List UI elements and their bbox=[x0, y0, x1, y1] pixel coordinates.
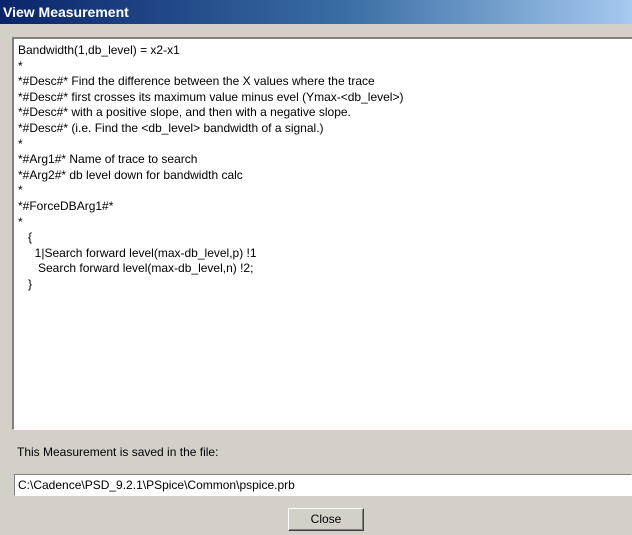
close-button[interactable]: Close bbox=[288, 508, 364, 531]
window-title: View Measurement bbox=[3, 4, 129, 20]
file-path-field[interactable]: C:\Cadence\PSD_9.2.1\PSpice\Common\pspic… bbox=[14, 474, 632, 496]
measurement-definition-text: Bandwidth(1,db_level) = x2-x1 * *#Desc#*… bbox=[18, 43, 404, 291]
saved-file-label: This Measurement is saved in the file: bbox=[17, 445, 219, 459]
title-bar: View Measurement bbox=[0, 0, 632, 24]
view-measurement-window: View Measurement Bandwidth(1,db_level) =… bbox=[0, 0, 632, 535]
measurement-text-area[interactable]: Bandwidth(1,db_level) = x2-x1 * *#Desc#*… bbox=[12, 37, 632, 430]
